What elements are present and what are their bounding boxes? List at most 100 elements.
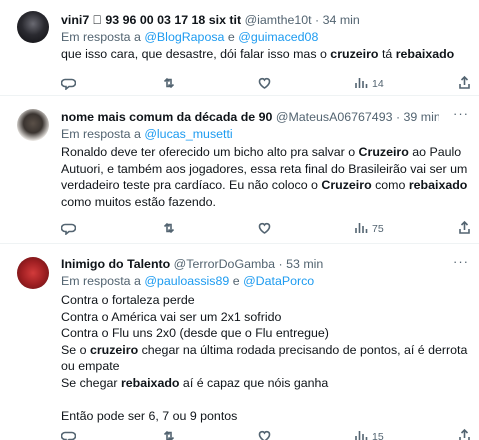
- retweet-button[interactable]: [161, 75, 176, 93]
- action-bar: 14: [60, 75, 472, 93]
- tweet-text-line: Ronaldo deve ter oferecido um bicho alto…: [61, 144, 466, 161]
- share-icon: [457, 75, 472, 93]
- highlighted-keyword: rebaixado: [395, 47, 455, 61]
- share-button[interactable]: [457, 75, 472, 93]
- tweet-text: Contra o fortaleza perde Contra o América…: [61, 292, 467, 425]
- retweet-icon: [161, 428, 176, 440]
- views-button[interactable]: 15: [353, 428, 384, 440]
- reply-prefix: Em resposta a: [61, 274, 141, 288]
- reply-icon: [60, 428, 77, 440]
- tweet-header: vini7 ⃣ 93 96 00 03 17 18 six tit @iamth…: [61, 12, 471, 28]
- highlighted-keyword: rebaixado: [120, 375, 180, 390]
- author-handle[interactable]: @TerrorDoGamba: [174, 257, 275, 271]
- tweet-text-line: que isso cara, que desastre, dói falar i…: [61, 46, 466, 63]
- views-icon: [353, 428, 368, 440]
- retweet-button[interactable]: [161, 220, 176, 238]
- text-segment: tá: [378, 47, 396, 61]
- text-segment: Contra o fortaleza perde: [61, 293, 195, 307]
- avatar[interactable]: [17, 257, 49, 289]
- reply-icon: [60, 75, 77, 93]
- text-segment: Ronaldo deve ter oferecido um bicho alto…: [61, 145, 359, 159]
- reply-joiner: e: [232, 274, 240, 288]
- retweet-icon: [161, 75, 176, 93]
- text-segment: ou empate: [61, 359, 120, 374]
- like-button[interactable]: [257, 75, 272, 93]
- reply-prefix: Em resposta a: [61, 30, 141, 44]
- text-segment: ao Paulo: [408, 145, 462, 159]
- text-segment: que isso cara, que desastre, dói falar i…: [61, 47, 331, 61]
- reply-context: Em resposta a @BlogRaposa e @guimaced08: [61, 29, 318, 45]
- reply-button[interactable]: [60, 220, 77, 238]
- mention-link[interactable]: @BlogRaposa: [144, 30, 224, 44]
- views-icon: [353, 220, 368, 238]
- text-segment: aí é capaz que nóis ganha: [179, 375, 329, 390]
- timestamp[interactable]: 39 min: [404, 110, 439, 124]
- reply-button[interactable]: [60, 75, 77, 93]
- tweet-1[interactable]: vini7 ⃣ 93 96 00 03 17 18 six tit @iamth…: [0, 0, 479, 96]
- like-button[interactable]: [257, 428, 272, 440]
- retweet-button[interactable]: [161, 428, 176, 440]
- share-button[interactable]: [457, 220, 472, 238]
- tweet-2[interactable]: ··· nome mais comum da década de 90 @Mat…: [0, 96, 479, 244]
- mention-link[interactable]: @guimaced08: [238, 30, 318, 44]
- share-icon: [457, 428, 472, 440]
- mention-link[interactable]: @lucas_musetti: [144, 127, 232, 141]
- timestamp[interactable]: 34 min: [323, 13, 360, 27]
- reply-prefix: Em resposta a: [61, 127, 141, 141]
- author-handle[interactable]: @MateusA06767493: [276, 110, 393, 124]
- mention-link[interactable]: @DataPorco: [243, 274, 314, 288]
- tweet-text-line: Contra o América vai ser um 2x1 sofrido: [61, 309, 466, 326]
- tweet-header: nome mais comum da década de 90 @MateusA…: [61, 109, 439, 125]
- separator: ·: [315, 13, 320, 27]
- tweet-text-line: verdadeiro teste pra cardíaco. Eu não co…: [61, 177, 468, 194]
- text-segment: Então pode ser 6, 7 ou 9 pontos: [61, 409, 238, 424]
- views-count: 75: [372, 223, 384, 235]
- timestamp[interactable]: 53 min: [286, 257, 323, 271]
- separator: ·: [395, 110, 401, 124]
- tweet-text: que isso cara, que desastre, dói falar i…: [61, 46, 466, 63]
- tweet-text-line: [61, 392, 466, 409]
- heart-icon: [257, 75, 272, 93]
- mention-link[interactable]: @pauloassis89: [144, 274, 229, 288]
- views-count: 14: [372, 78, 384, 90]
- more-options-button[interactable]: ···: [453, 254, 469, 269]
- views-button[interactable]: 14: [353, 75, 384, 93]
- action-bar: 15: [60, 428, 472, 440]
- tweet-3[interactable]: ··· Inimigo do Talento @TerrorDoGamba · …: [0, 244, 479, 440]
- heart-icon: [257, 220, 272, 238]
- author-name[interactable]: vini7 ⃣ 93 96 00 03 17 18 six tit: [61, 13, 241, 27]
- text-segment: Contra o Flu uns 2x0 (desde que o Flu en…: [61, 326, 329, 341]
- avatar[interactable]: [17, 11, 49, 43]
- more-options-button[interactable]: ···: [453, 106, 469, 121]
- tweet-text-line: ou empate: [61, 358, 466, 375]
- share-button[interactable]: [457, 428, 472, 440]
- text-segment: Se o: [61, 342, 90, 357]
- text-segment: como: [371, 178, 409, 193]
- like-button[interactable]: [257, 220, 272, 238]
- highlighted-keyword: cruzeiro: [89, 342, 139, 357]
- text-segment: Se chegar: [61, 375, 121, 390]
- reply-button[interactable]: [60, 428, 77, 440]
- tweet-header: Inimigo do Talento @TerrorDoGamba · 53 m…: [61, 256, 439, 272]
- views-count: 15: [372, 431, 384, 440]
- tweet-text-line: Então pode ser 6, 7 ou 9 pontos: [61, 408, 466, 425]
- tweet-text-line: como muitos estão fazendo.: [61, 194, 466, 211]
- avatar[interactable]: [17, 109, 49, 141]
- tweet-text-line: Autuori, e também aos jogadores, essa re…: [61, 161, 467, 178]
- text-segment: verdadeiro teste pra cardíaco. Eu não co…: [61, 178, 322, 193]
- heart-icon: [257, 428, 272, 440]
- author-handle[interactable]: @iamthe10t: [245, 13, 312, 27]
- tweet-text: Ronaldo deve ter oferecido um bicho alto…: [61, 144, 468, 211]
- reply-context: Em resposta a @lucas_musetti: [61, 126, 233, 142]
- reply-context: Em resposta a @pauloassis89 e @DataPorco: [61, 273, 314, 289]
- highlighted-keyword: rebaixado: [408, 178, 468, 193]
- tweet-text-line: Se o cruzeiro chegar na última rodada pr…: [61, 342, 467, 359]
- highlighted-keyword: Cruzeiro: [358, 145, 409, 159]
- reply-icon: [60, 220, 77, 238]
- tweet-text-line: Contra o fortaleza perde: [61, 292, 466, 309]
- views-icon: [353, 75, 368, 93]
- author-name[interactable]: Inimigo do Talento: [61, 257, 170, 271]
- author-name[interactable]: nome mais comum da década de 90: [61, 110, 272, 124]
- reply-joiner: e: [227, 30, 235, 44]
- views-button[interactable]: 75: [353, 220, 384, 238]
